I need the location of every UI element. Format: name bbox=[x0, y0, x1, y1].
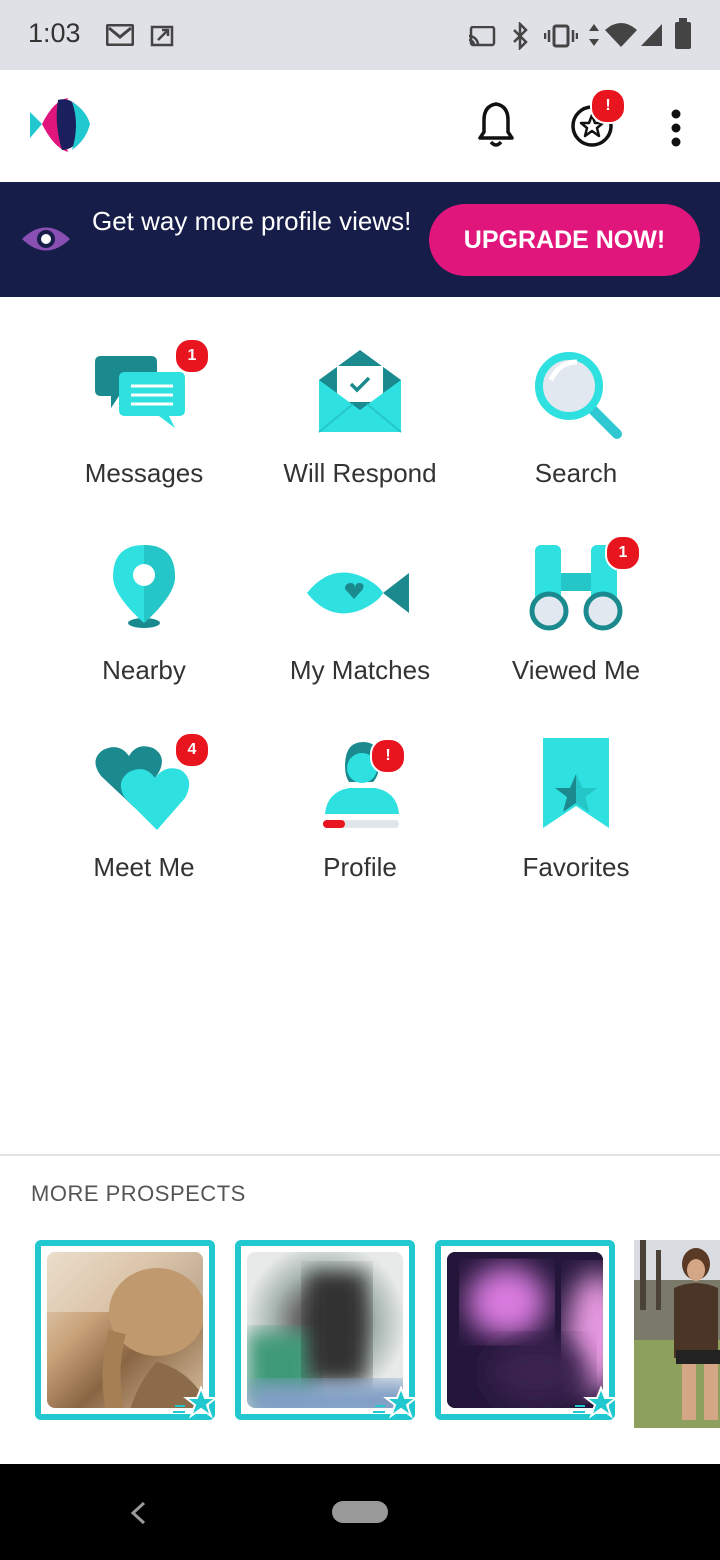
prospect-card[interactable] bbox=[634, 1240, 720, 1428]
tile-viewed-me[interactable]: 1 Viewed Me bbox=[468, 535, 684, 727]
upgrade-now-button[interactable]: UPGRADE NOW! bbox=[429, 204, 700, 276]
rewards-badge: ! bbox=[590, 88, 626, 124]
rewards-button[interactable]: ! bbox=[570, 88, 626, 148]
tile-label: Viewed Me bbox=[511, 655, 641, 685]
prospects-title: MORE PROSPECTS bbox=[31, 1181, 246, 1206]
prospect-card[interactable] bbox=[235, 1240, 417, 1420]
fish-heart-icon bbox=[307, 572, 409, 614]
bluetooth-icon bbox=[513, 22, 528, 50]
bell-icon[interactable] bbox=[476, 100, 516, 150]
profile-badge: ! bbox=[370, 738, 406, 774]
prospect-card[interactable] bbox=[35, 1240, 217, 1420]
star-boost-icon bbox=[173, 1385, 217, 1419]
location-pin-icon bbox=[113, 545, 175, 628]
system-nav-bar bbox=[0, 1464, 720, 1560]
tile-label: Search bbox=[534, 458, 618, 488]
tile-will-respond[interactable]: Will Respond bbox=[252, 340, 468, 530]
status-time: 1:03 bbox=[28, 18, 81, 48]
wifi-icon bbox=[605, 23, 637, 47]
tile-label: My Matches bbox=[289, 655, 431, 685]
screenshot-icon bbox=[150, 25, 174, 47]
more-vert-icon[interactable] bbox=[668, 108, 684, 148]
vibrate-icon bbox=[544, 24, 578, 48]
tile-label: Will Respond bbox=[283, 458, 437, 488]
tile-favorites[interactable]: Favorites bbox=[468, 734, 684, 924]
envelope-check-icon bbox=[318, 350, 402, 433]
meet-me-badge: 4 bbox=[174, 732, 210, 768]
tile-label: Messages bbox=[84, 458, 204, 488]
section-divider bbox=[0, 1154, 720, 1156]
tile-nearby[interactable]: Nearby bbox=[36, 537, 252, 727]
eye-icon bbox=[22, 227, 70, 251]
tile-label: Favorites bbox=[522, 852, 630, 882]
tile-label: Meet Me bbox=[93, 852, 195, 882]
banner-text: Get way more profile views! bbox=[92, 206, 412, 236]
back-icon[interactable] bbox=[128, 1500, 148, 1526]
viewed-me-badge: 1 bbox=[605, 535, 641, 571]
tile-my-matches[interactable]: My Matches bbox=[252, 537, 468, 727]
gmail-icon bbox=[106, 24, 134, 46]
home-pill[interactable] bbox=[332, 1501, 388, 1523]
battery-icon bbox=[675, 18, 691, 49]
outdoor-woman-illustration bbox=[634, 1240, 720, 1428]
bookmark-star-icon bbox=[543, 738, 609, 828]
cast-icon bbox=[468, 26, 496, 47]
star-boost-icon bbox=[373, 1385, 417, 1419]
tile-messages[interactable]: 1 Messages bbox=[36, 338, 252, 530]
status-bar: 1:03 bbox=[0, 0, 720, 70]
messages-badge: 1 bbox=[174, 338, 210, 374]
prospect-card[interactable] bbox=[435, 1240, 617, 1420]
star-boost-icon bbox=[573, 1385, 617, 1419]
magnifier-icon bbox=[535, 352, 622, 439]
tile-label: Nearby bbox=[102, 655, 186, 685]
app-bar: ! bbox=[0, 70, 720, 182]
data-arrows-icon bbox=[589, 24, 599, 46]
tile-profile[interactable]: ! Profile bbox=[252, 734, 468, 924]
tile-label: Profile bbox=[323, 852, 397, 882]
tile-search[interactable]: Search bbox=[468, 340, 684, 530]
tile-meet-me[interactable]: 4 Meet Me bbox=[36, 732, 252, 924]
fish-logo-icon[interactable] bbox=[28, 94, 92, 158]
signal-icon bbox=[641, 24, 662, 46]
